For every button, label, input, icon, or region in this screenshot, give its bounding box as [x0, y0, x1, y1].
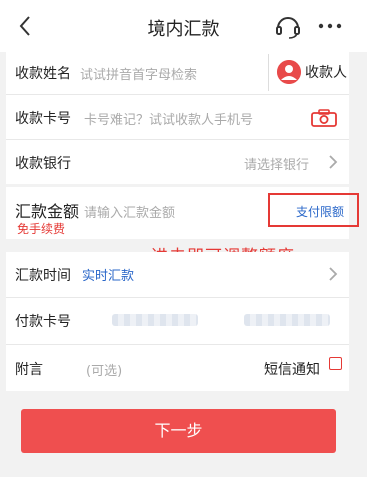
payee-name-label: 收款姓名: [15, 66, 71, 82]
more-dots-icon[interactable]: [316, 18, 344, 34]
card-number-row[interactable]: 收款卡号 卡号难记？试试收款人手机号: [6, 95, 349, 140]
note-input[interactable]: (可选): [86, 360, 122, 379]
transfer-details-section: 汇款时间 实时汇款 付款卡号 附言 (可选) 短信通知: [6, 252, 349, 391]
fee-free-badge: 免手续费: [17, 222, 66, 236]
chevron-right-icon: [329, 267, 338, 281]
payee-list-button[interactable]: 收款人: [268, 54, 350, 91]
payee-name-row[interactable]: 收款姓名 试试拼音首字母检索 收款人: [6, 50, 349, 95]
card-number-label: 收款卡号: [15, 111, 71, 127]
payer-card-row[interactable]: 付款卡号: [6, 298, 349, 345]
camera-icon[interactable]: [311, 109, 337, 127]
bank-label: 收款银行: [15, 156, 71, 172]
payee-name-input[interactable]: 试试拼音首字母检索: [80, 64, 197, 83]
top-nav-bar: 境内汇款: [0, 0, 367, 52]
blurred-card-number: [112, 314, 198, 326]
transfer-time-row[interactable]: 汇款时间 实时汇款: [6, 252, 349, 298]
payee-button-label: 收款人: [305, 65, 347, 81]
transfer-time-label: 汇款时间: [15, 268, 71, 284]
transfer-time-value[interactable]: 实时汇款: [82, 265, 134, 284]
amount-input[interactable]: 请输入汇款金额: [84, 202, 175, 221]
note-row[interactable]: 附言 (可选) 短信通知: [6, 345, 349, 391]
next-step-button[interactable]: 下一步: [21, 409, 336, 453]
card-number-input[interactable]: 卡号难记？试试收款人手机号: [84, 109, 253, 128]
note-label: 附言: [15, 362, 43, 378]
page-title: 境内汇款: [147, 19, 220, 40]
bank-row[interactable]: 收款银行 请选择银行: [6, 140, 349, 184]
person-avatar-icon: [277, 60, 301, 84]
sms-notify-checkbox[interactable]: [329, 357, 342, 370]
chevron-right-icon: [329, 155, 338, 169]
blurred-card-number: [244, 314, 330, 326]
headset-icon[interactable]: [274, 12, 302, 40]
payment-limit-link[interactable]: 支付限额: [296, 203, 344, 220]
sms-notify-label: 短信通知: [264, 362, 320, 378]
bank-select[interactable]: 请选择银行: [244, 154, 309, 173]
amount-label: 汇款金额: [15, 202, 80, 221]
payee-section: 收款姓名 试试拼音首字母检索 收款人 收款卡号 卡号难记？试试收款人手机号 收款…: [6, 50, 349, 184]
payer-card-label: 付款卡号: [15, 314, 71, 330]
